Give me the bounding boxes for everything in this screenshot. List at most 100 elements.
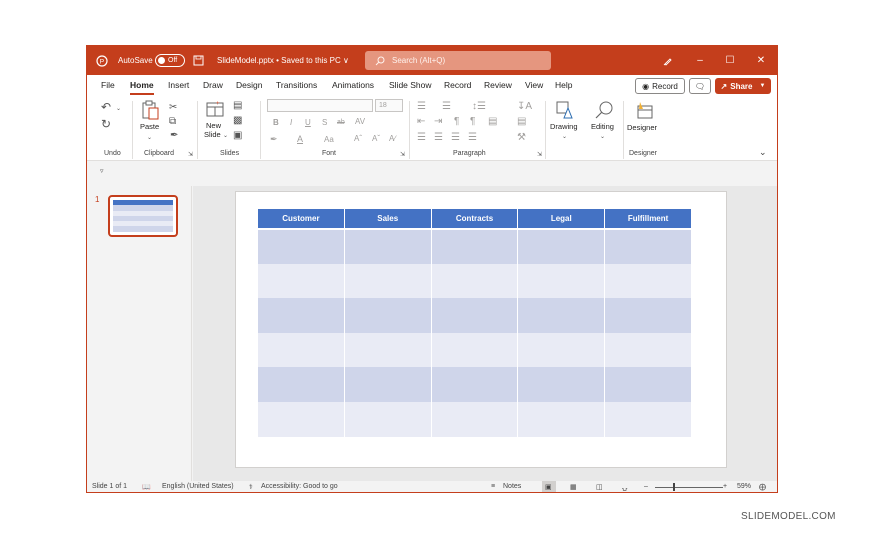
table-cell[interactable]: [257, 332, 345, 368]
align-text-icon[interactable]: ▤: [517, 117, 526, 127]
table-cell[interactable]: [604, 298, 692, 333]
table-cell[interactable]: [343, 228, 432, 264]
table-cell[interactable]: [604, 332, 692, 368]
editing-dropdown-icon[interactable]: ⌄: [600, 132, 605, 142]
slide-canvas[interactable]: Customer Sales Contracts Legal Fulfillme…: [235, 191, 727, 468]
collapse-ribbon-icon[interactable]: ⌄: [759, 147, 767, 158]
undo-dropdown-icon[interactable]: ⌄: [116, 104, 121, 114]
pen-icon[interactable]: [653, 46, 683, 75]
table-cell[interactable]: [343, 367, 432, 402]
zoom-slider-thumb[interactable]: [673, 483, 675, 491]
smartart-icon[interactable]: ⚒: [517, 133, 526, 143]
spelling-icon[interactable]: 📖: [142, 483, 151, 491]
new-slide-dropdown-icon[interactable]: ⌄: [223, 131, 228, 141]
tab-help[interactable]: Help: [555, 80, 572, 90]
table-cell[interactable]: [604, 401, 692, 437]
align-right-icon[interactable]: ☰: [451, 133, 460, 143]
highlight-icon[interactable]: ✒: [270, 134, 278, 144]
table-cell[interactable]: [430, 332, 519, 368]
shadow-icon[interactable]: S: [322, 118, 327, 128]
table-cell[interactable]: [517, 401, 606, 437]
font-size-select[interactable]: 18: [375, 99, 403, 112]
paste-button[interactable]: Paste: [140, 122, 159, 131]
table-cell[interactable]: [604, 228, 692, 264]
tab-home[interactable]: Home: [130, 80, 154, 95]
bold-icon[interactable]: B: [273, 118, 279, 128]
align-left-icon[interactable]: ☰: [417, 133, 426, 143]
table-cell[interactable]: [343, 263, 432, 299]
tab-file[interactable]: File: [101, 80, 115, 90]
italic-icon[interactable]: I: [290, 118, 292, 128]
decrease-font-icon[interactable]: Aˇ: [372, 134, 380, 144]
tab-design[interactable]: Design: [236, 80, 262, 90]
table-cell[interactable]: [343, 298, 432, 333]
tab-record[interactable]: Record: [444, 80, 471, 90]
tab-animations[interactable]: Animations: [332, 80, 374, 90]
table-cell[interactable]: [430, 367, 519, 402]
new-slide-label-1[interactable]: New: [206, 121, 221, 130]
fit-to-window-icon[interactable]: ⨁: [759, 483, 766, 491]
character-spacing-icon[interactable]: AV: [355, 117, 365, 127]
change-case-icon[interactable]: Aa: [324, 135, 334, 145]
new-slide-icon[interactable]: +: [205, 100, 225, 123]
close-button[interactable]: ✕: [746, 46, 776, 75]
slide-count[interactable]: Slide 1 of 1: [92, 483, 127, 490]
reading-view-icon[interactable]: ◫: [596, 483, 603, 491]
table-cell[interactable]: [343, 332, 432, 368]
slideshow-icon[interactable]: ⍽: [622, 483, 627, 491]
designer-icon[interactable]: [634, 100, 656, 125]
table-cell[interactable]: [257, 228, 345, 264]
table-cell[interactable]: [604, 367, 692, 402]
redo-icon[interactable]: ↻: [101, 118, 111, 130]
table-cell[interactable]: [430, 298, 519, 333]
section-icon[interactable]: ▣: [233, 131, 242, 141]
increase-font-icon[interactable]: Aˆ: [354, 134, 362, 144]
table-cell[interactable]: [257, 298, 345, 333]
reset-icon[interactable]: ▩: [233, 116, 242, 126]
header-legal[interactable]: Legal: [517, 209, 606, 229]
table-cell[interactable]: [430, 228, 519, 264]
format-painter-icon[interactable]: ✒: [170, 131, 178, 141]
paste-dropdown-icon[interactable]: ⌄: [147, 133, 152, 143]
numbering-icon[interactable]: ☰: [442, 102, 451, 112]
paste-icon[interactable]: [140, 100, 162, 120]
tab-transitions[interactable]: Transitions: [276, 80, 317, 90]
tab-slide-show[interactable]: Slide Show: [389, 80, 432, 90]
line-spacing-icon[interactable]: ↕☰: [472, 102, 486, 112]
bullets-icon[interactable]: ☰: [417, 102, 426, 112]
undo-icon[interactable]: ↶: [101, 101, 111, 113]
header-customer[interactable]: Customer: [257, 209, 345, 229]
strikethrough-icon[interactable]: ab: [337, 118, 345, 128]
tab-review[interactable]: Review: [484, 80, 512, 90]
drawing-dropdown-icon[interactable]: ⌄: [562, 132, 567, 142]
zoom-slider[interactable]: [655, 487, 723, 488]
table-cell[interactable]: [517, 298, 606, 333]
header-contracts[interactable]: Contracts: [430, 209, 519, 229]
language-indicator[interactable]: English (United States): [162, 483, 234, 490]
clipboard-launcher-icon[interactable]: ⇲: [188, 150, 193, 160]
text-direction-icon[interactable]: ↧A: [517, 102, 532, 112]
table-cell[interactable]: [430, 263, 519, 299]
slide-thumbnail[interactable]: [108, 195, 178, 237]
table-cell[interactable]: [517, 367, 606, 402]
table-cell[interactable]: [257, 401, 345, 437]
table-cell[interactable]: [257, 263, 345, 299]
zoom-level[interactable]: 59%: [737, 483, 751, 490]
slide-sorter-icon[interactable]: ▦: [570, 483, 577, 491]
customize-qat-icon[interactable]: ▿: [100, 167, 104, 177]
share-button[interactable]: ↗ Share ▼: [715, 78, 771, 94]
table-cell[interactable]: [604, 263, 692, 299]
document-title[interactable]: SlideModel.pptx • Saved to this PC ∨: [217, 46, 349, 75]
layout-icon[interactable]: ▤: [233, 101, 242, 111]
editing-button[interactable]: Editing: [591, 122, 614, 131]
zoom-in-icon[interactable]: +: [723, 483, 727, 490]
align-center-icon[interactable]: ☰: [434, 133, 443, 143]
accessibility-status[interactable]: Accessibility: Good to go: [261, 483, 338, 490]
tab-draw[interactable]: Draw: [203, 80, 223, 90]
decrease-indent-icon[interactable]: ⇤: [417, 117, 425, 127]
increase-indent-icon[interactable]: ⇥: [434, 117, 442, 127]
clear-formatting-icon[interactable]: A∕: [389, 134, 396, 144]
header-fulfillment[interactable]: Fulfillment: [604, 209, 692, 229]
new-slide-label-2[interactable]: Slide: [204, 130, 221, 139]
notes-button[interactable]: Notes: [503, 483, 521, 490]
